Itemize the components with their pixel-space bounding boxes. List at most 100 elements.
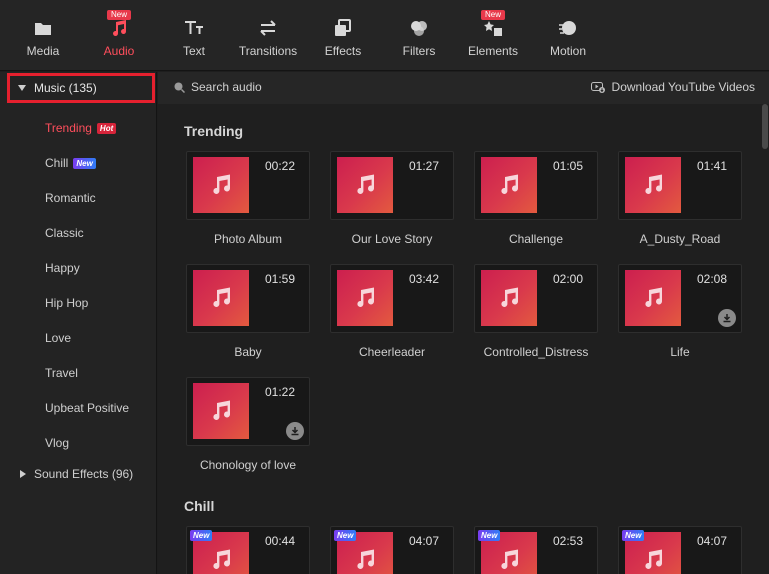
music-note-icon — [193, 270, 249, 326]
audio-thumbnail: 03:42 — [330, 264, 454, 333]
toolbar-effects[interactable]: Effects — [323, 0, 363, 70]
section-title-trending: Trending — [184, 123, 244, 139]
category-hip-hop[interactable]: Hip Hop — [45, 293, 88, 313]
audio-thumbnail: 01:41 — [618, 151, 742, 220]
motion-icon — [556, 16, 580, 40]
sound-effects-category[interactable]: Sound Effects (96) — [20, 464, 133, 484]
content-scrollbar[interactable] — [761, 104, 769, 574]
scrollbar-thumb[interactable] — [762, 104, 768, 149]
duration-label: 04:07 — [696, 534, 727, 548]
search-icon — [174, 82, 185, 93]
audio-thumbnail: 01:22 — [186, 377, 310, 446]
category-chill[interactable]: Chill New — [45, 153, 96, 173]
category-happy[interactable]: Happy — [45, 258, 80, 278]
effects-icon — [331, 16, 355, 40]
category-love[interactable]: Love — [45, 328, 71, 348]
music-note-icon — [481, 270, 537, 326]
audio-card[interactable]: 00:22 Photo Album — [186, 151, 310, 246]
duration-label: 01:41 — [696, 159, 727, 173]
audio-title: Controlled_Distress — [483, 345, 589, 359]
toolbar-filters[interactable]: Filters — [400, 0, 438, 70]
new-badge: New — [478, 530, 501, 541]
new-badge: New — [334, 530, 357, 541]
folder-icon — [31, 16, 55, 40]
audio-thumbnail: 01:59 — [186, 264, 310, 333]
filters-icon — [407, 16, 431, 40]
caret-right-icon — [20, 470, 26, 478]
new-badge: New — [106, 10, 131, 20]
music-note-icon — [337, 157, 393, 213]
category-sidebar: Music (135) Trending Hot Chill New Roman… — [0, 72, 157, 574]
toolbar-transitions[interactable]: Transitions — [236, 0, 300, 70]
audio-card[interactable]: 01:59 Baby — [186, 264, 310, 359]
search-bar: Search audio Download YouTube Videos — [158, 72, 769, 104]
download-icon[interactable] — [718, 309, 736, 327]
audio-thumbnail: New 00:44 — [186, 526, 310, 574]
duration-label: 02:00 — [552, 272, 583, 286]
audio-card[interactable]: 01:27 Our Love Story — [330, 151, 454, 246]
new-badge: New — [622, 530, 645, 541]
audio-card[interactable]: New 04:07 — [618, 526, 742, 574]
audio-thumbnail: New 04:07 — [330, 526, 454, 574]
duration-label: 01:59 — [264, 272, 295, 286]
audio-title: Cheerleader — [358, 345, 426, 359]
category-upbeat-positive[interactable]: Upbeat Positive — [45, 398, 129, 418]
audio-thumbnail: New 02:53 — [474, 526, 598, 574]
top-toolbar: Media New Audio Text Transitions Effects… — [0, 0, 769, 71]
audio-card[interactable]: New 04:07 — [330, 526, 454, 574]
audio-library: Trending 00:22 Photo Album 01:27 Our Lov… — [158, 104, 769, 574]
audio-card[interactable]: New 00:44 — [186, 526, 310, 574]
audio-title: Baby — [234, 345, 262, 359]
category-trending[interactable]: Trending Hot — [45, 118, 117, 138]
music-note-icon — [337, 270, 393, 326]
caret-down-icon — [18, 85, 26, 91]
audio-card[interactable]: 01:41 A_Dusty_Road — [618, 151, 742, 246]
transitions-icon — [256, 16, 280, 40]
audio-thumbnail: 02:00 — [474, 264, 598, 333]
category-travel[interactable]: Travel — [45, 363, 78, 383]
audio-thumbnail: New 04:07 — [618, 526, 742, 574]
category-vlog[interactable]: Vlog — [45, 433, 69, 453]
music-note-icon — [625, 157, 681, 213]
download-icon[interactable] — [286, 422, 304, 440]
category-romantic[interactable]: Romantic — [45, 188, 96, 208]
audio-thumbnail: 02:08 — [618, 264, 742, 333]
audio-title: Photo Album — [213, 232, 283, 246]
duration-label: 04:07 — [408, 534, 439, 548]
section-title-chill: Chill — [184, 498, 215, 514]
duration-label: 01:22 — [264, 385, 295, 399]
category-classic[interactable]: Classic — [45, 223, 84, 243]
music-category-header[interactable]: Music (135) — [7, 73, 155, 103]
duration-label: 02:08 — [696, 272, 727, 286]
duration-label: 00:44 — [264, 534, 295, 548]
toolbar-text[interactable]: Text — [180, 0, 208, 70]
duration-label: 00:22 — [264, 159, 295, 173]
text-icon — [182, 16, 206, 40]
audio-thumbnail: 01:27 — [330, 151, 454, 220]
toolbar-elements[interactable]: New Elements — [465, 0, 521, 70]
audio-card[interactable]: 01:05 Challenge — [474, 151, 598, 246]
download-youtube-button[interactable]: Download YouTube Videos — [590, 80, 755, 94]
new-badge: New — [480, 10, 505, 20]
music-note-icon — [193, 383, 249, 439]
toolbar-media[interactable]: Media — [22, 0, 64, 70]
audio-card[interactable]: 01:22 Chonology of love — [186, 377, 310, 472]
audio-title: Chonology of love — [199, 458, 297, 472]
music-note-icon — [193, 157, 249, 213]
audio-card[interactable]: 03:42 Cheerleader — [330, 264, 454, 359]
audio-thumbnail: 01:05 — [474, 151, 598, 220]
audio-title: Our Love Story — [351, 232, 433, 246]
music-note-icon — [625, 270, 681, 326]
duration-label: 01:27 — [408, 159, 439, 173]
youtube-download-icon — [590, 81, 605, 93]
search-input[interactable]: Search audio — [174, 80, 262, 94]
new-badge: New — [73, 157, 96, 169]
audio-title: Challenge — [508, 232, 564, 246]
audio-card[interactable]: New 02:53 — [474, 526, 598, 574]
audio-thumbnail: 00:22 — [186, 151, 310, 220]
toolbar-motion[interactable]: Motion — [548, 0, 588, 70]
toolbar-audio[interactable]: New Audio — [100, 0, 138, 70]
audio-card[interactable]: 02:00 Controlled_Distress — [474, 264, 598, 359]
duration-label: 03:42 — [408, 272, 439, 286]
audio-card[interactable]: 02:08 Life — [618, 264, 742, 359]
